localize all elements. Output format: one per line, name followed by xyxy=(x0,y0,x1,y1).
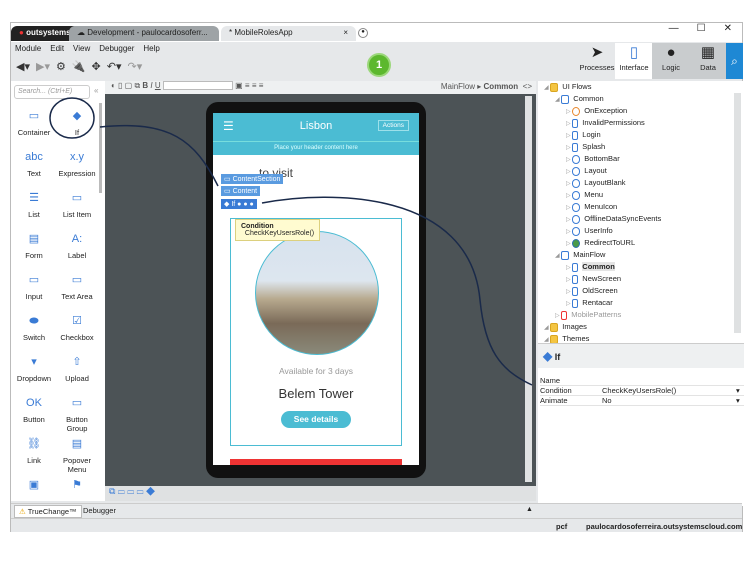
annotation-arrows xyxy=(49,97,533,386)
arrow-palette-to-canvas xyxy=(99,124,219,187)
arrow-canvas-to-properties xyxy=(261,196,533,386)
highlight-circle xyxy=(49,97,95,139)
